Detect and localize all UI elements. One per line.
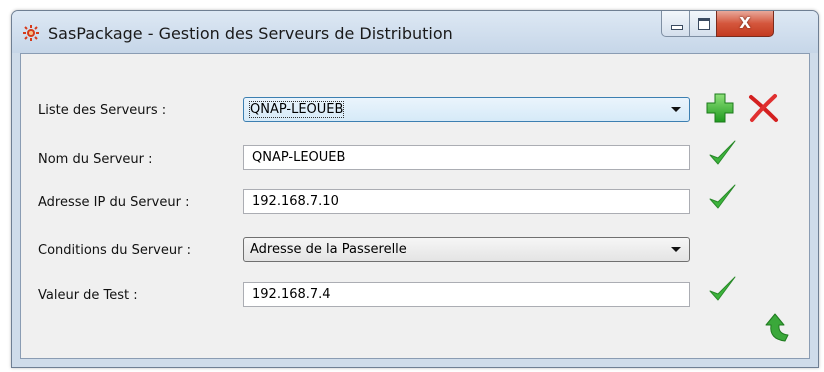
close-button[interactable]: X [716, 11, 774, 37]
delete-x-icon[interactable] [747, 93, 779, 123]
server-list-dropdown[interactable]: QNAP-LEOUEB [243, 97, 690, 122]
maximize-icon [698, 18, 710, 30]
conditions-label: Conditions du Serveur : [38, 243, 191, 258]
title-bar[interactable]: SasPackage - Gestion des Serveurs de Dis… [12, 11, 818, 53]
maximize-button[interactable] [689, 11, 717, 37]
add-plus-icon[interactable] [705, 92, 735, 124]
conditions-value: Adresse de la Passerelle [250, 242, 407, 257]
server-ip-field[interactable]: 192.168.7.10 [243, 189, 690, 214]
test-value-field[interactable]: 192.168.7.4 [243, 282, 690, 307]
minimize-button[interactable] [661, 11, 690, 37]
app-logo-icon [23, 25, 39, 41]
server-ip-label: Adresse IP du Serveur : [38, 195, 190, 210]
main-window: SasPackage - Gestion des Serveurs de Dis… [11, 10, 819, 368]
refresh-arrow-icon[interactable] [763, 311, 795, 345]
server-name-field[interactable]: QNAP-LEOUEB [243, 145, 690, 170]
checkmark-icon [709, 140, 736, 165]
server-list-label: Liste des Serveurs : [38, 103, 167, 118]
minimize-icon [671, 25, 683, 30]
checkmark-icon [709, 184, 736, 209]
window-title: SasPackage - Gestion des Serveurs de Dis… [48, 24, 453, 43]
form-panel: Liste des Serveurs : QNAP-LEOUEB Nom du … [20, 53, 810, 359]
conditions-dropdown[interactable]: Adresse de la Passerelle [243, 237, 690, 262]
close-icon: X [739, 14, 751, 32]
chevron-down-icon [671, 107, 681, 112]
test-value-label: Valeur de Test : [38, 288, 138, 303]
checkmark-icon [709, 276, 736, 301]
server-name-label: Nom du Serveur : [38, 152, 153, 167]
server-list-value: QNAP-LEOUEB [248, 101, 345, 118]
chevron-down-icon [671, 247, 681, 252]
